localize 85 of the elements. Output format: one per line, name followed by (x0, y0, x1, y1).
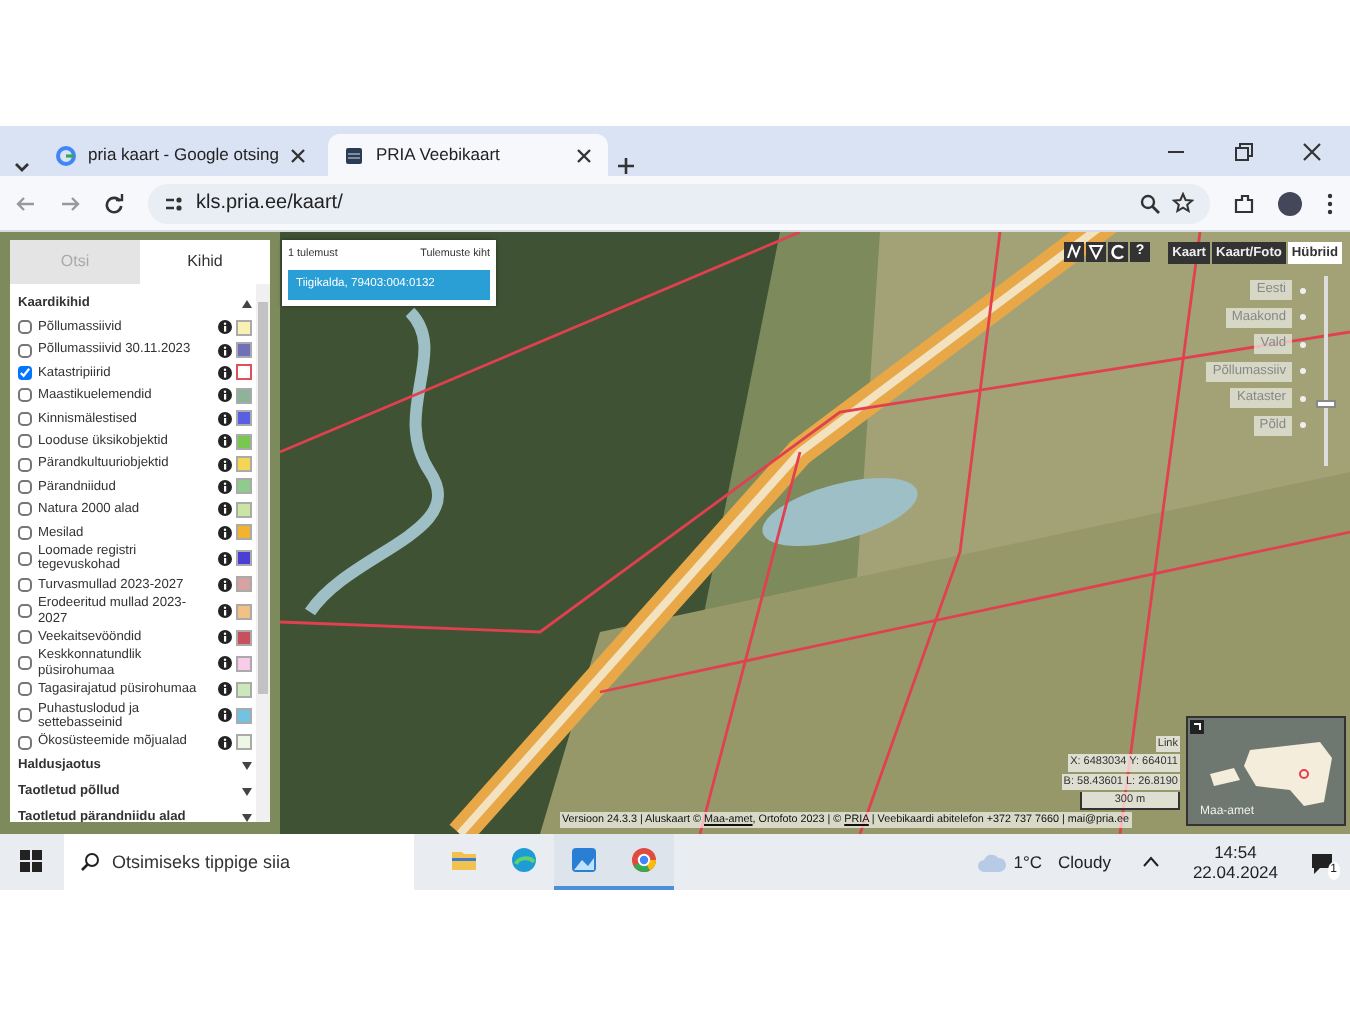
chrome-icon (630, 846, 658, 874)
taskbar-app-button[interactable] (614, 834, 674, 890)
show-hidden-icons-icon[interactable] (1142, 856, 1161, 868)
browser-tab[interactable]: PRIA Veebikaart (328, 134, 608, 176)
measure-area-button[interactable] (1086, 242, 1106, 262)
tick-dot-icon (1300, 395, 1306, 401)
info-icon[interactable] (218, 604, 232, 619)
close-icon[interactable] (1302, 141, 1322, 161)
layer-checkbox[interactable] (18, 525, 32, 540)
info-icon[interactable] (218, 630, 232, 645)
info-icon[interactable] (218, 708, 232, 723)
site-info-icon[interactable] (164, 193, 184, 213)
info-icon[interactable] (218, 411, 232, 426)
info-icon[interactable] (218, 525, 232, 540)
avatar-icon[interactable] (1278, 191, 1302, 215)
tick-dot-icon (1300, 341, 1306, 347)
forward-icon[interactable] (60, 193, 80, 213)
info-icon[interactable] (218, 388, 232, 403)
zoom-icon[interactable] (1140, 193, 1160, 213)
weather-text: Cloudy (1057, 849, 1111, 875)
info-icon[interactable] (218, 434, 232, 449)
clock-date: 22.04.2024 (1192, 862, 1278, 882)
layer-checkbox[interactable] (18, 502, 32, 517)
info-icon[interactable] (218, 343, 232, 358)
layer-checkbox[interactable] (18, 365, 32, 380)
url-text: kls.pria.ee/kaart/ (196, 190, 343, 218)
info-icon[interactable] (218, 479, 232, 494)
measure-line-button[interactable] (1064, 242, 1084, 262)
taskbar-search-box[interactable]: Otsimiseks tippige siia (64, 834, 414, 890)
restore-icon[interactable] (1234, 141, 1254, 161)
extensions-icon[interactable] (1234, 193, 1254, 213)
info-icon[interactable] (218, 682, 232, 697)
info-icon[interactable] (218, 365, 232, 380)
close-icon[interactable] (576, 147, 592, 163)
star-icon[interactable] (1172, 192, 1194, 214)
menu-icon[interactable] (1326, 191, 1334, 215)
layer-checkbox[interactable] (18, 604, 32, 619)
layer-checkbox[interactable] (18, 551, 32, 566)
layer-checkbox[interactable] (18, 735, 32, 750)
layer-checkbox[interactable] (18, 434, 32, 449)
layer-checkbox[interactable] (18, 577, 32, 592)
scrollbar[interactable] (256, 284, 270, 822)
taskbar-app-button[interactable] (554, 834, 614, 890)
folder-icon (450, 846, 478, 874)
globe-icon (510, 846, 538, 874)
site-logo-icon (344, 145, 364, 165)
zoom-slider-thumb[interactable] (1316, 399, 1336, 408)
close-icon[interactable] (290, 147, 307, 163)
info-icon[interactable] (218, 320, 232, 335)
photo-app-icon (570, 846, 598, 874)
info-icon[interactable] (218, 577, 232, 592)
info-icon[interactable] (218, 457, 232, 472)
layer-checkbox[interactable] (18, 343, 32, 358)
reload-icon[interactable] (104, 193, 124, 213)
layer-checkbox[interactable] (18, 708, 32, 723)
layer-checkbox[interactable] (18, 320, 32, 335)
layer-checkbox[interactable] (18, 630, 32, 645)
reset-button[interactable] (1108, 242, 1128, 262)
info-icon[interactable] (218, 502, 232, 517)
tick-dot-icon (1300, 422, 1306, 428)
layer-checkbox[interactable] (18, 388, 32, 403)
new-tab-icon[interactable] (616, 156, 636, 176)
tick-dot-icon (1300, 368, 1306, 374)
search-icon (80, 852, 100, 872)
info-icon[interactable] (218, 735, 232, 750)
tick-dot-icon (1300, 314, 1306, 320)
windows-start-icon[interactable] (19, 849, 41, 871)
back-icon[interactable] (16, 193, 36, 213)
browser-tab[interactable]: pria kaart - Google otsing (40, 134, 320, 176)
temperature-text: 1°C (1013, 849, 1042, 875)
tick-dot-icon (1300, 287, 1306, 293)
layer-checkbox[interactable] (18, 457, 32, 472)
layer-checkbox[interactable] (18, 479, 32, 494)
g-logo-icon (56, 145, 76, 165)
cloud-icon (977, 853, 1006, 871)
layer-checkbox[interactable] (18, 411, 32, 426)
info-icon[interactable] (218, 656, 232, 671)
info-icon[interactable] (218, 551, 232, 566)
address-bar[interactable]: kls.pria.ee/kaart/ (148, 183, 1210, 223)
notification-icon[interactable] (1310, 851, 1334, 873)
layer-checkbox[interactable] (18, 656, 32, 671)
clock-time: 14:54 (1214, 842, 1257, 862)
layer-checkbox[interactable] (18, 682, 32, 697)
expand-icon[interactable] (1190, 720, 1204, 734)
taskbar-search-field[interactable]: Otsimiseks tippige siia (112, 836, 398, 888)
